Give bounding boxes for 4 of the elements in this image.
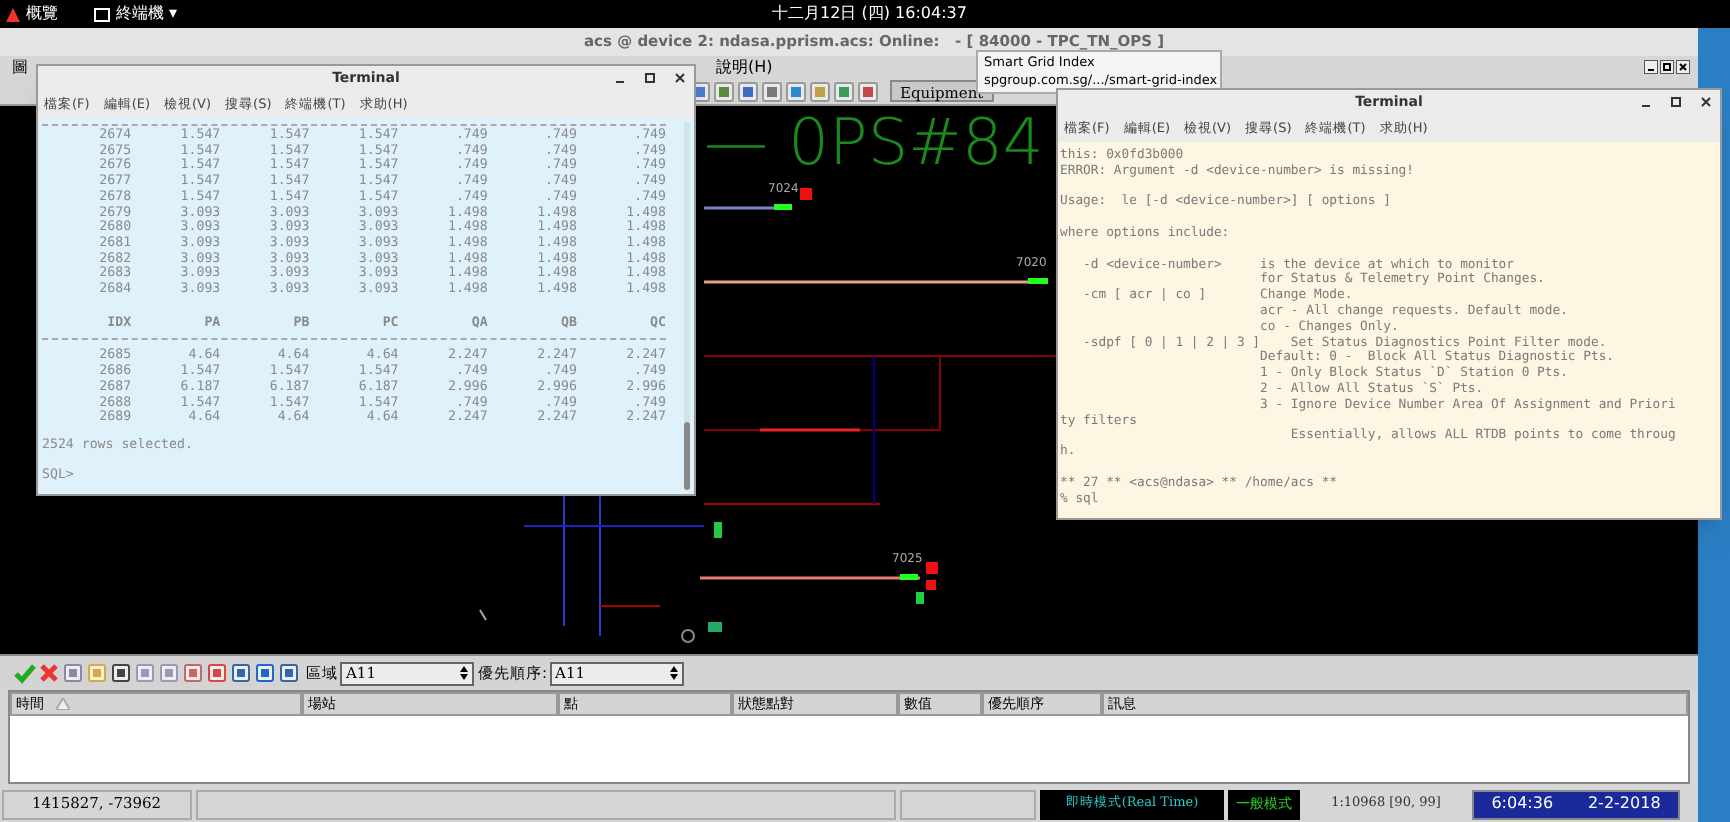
clock-text: 十二月12日 (四) 16:04:37 bbox=[772, 2, 967, 26]
time-text: 6:04:36 bbox=[1491, 792, 1554, 817]
diagram-title: — 0PS#84 bbox=[704, 105, 1044, 178]
date-text: 2-2-2018 bbox=[1587, 792, 1661, 817]
